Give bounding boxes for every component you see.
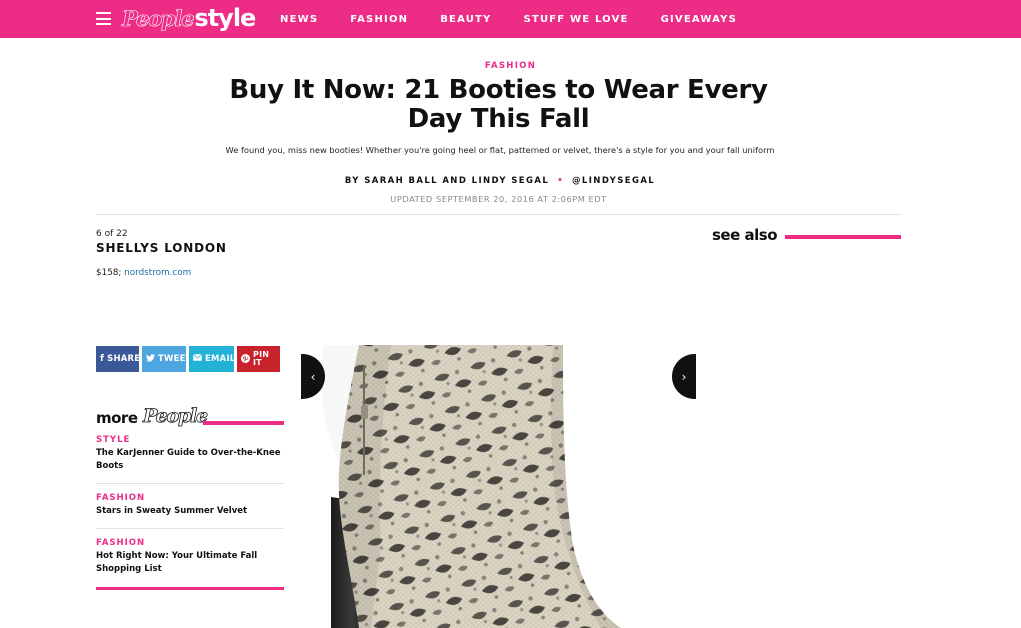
- email-share-label: EMAIL: [205, 354, 234, 364]
- facebook-share-label: SHARE: [107, 354, 139, 364]
- nav-giveaways[interactable]: GIVEAWAYS: [661, 14, 737, 25]
- article-updated-timestamp: UPDATED SEPTEMBER 20, 2016 AT 2:06PM EDT: [390, 194, 607, 204]
- more-divider: [96, 528, 284, 529]
- more-item-headline[interactable]: The KarJenner Guide to Over-the-Knee Boo…: [96, 447, 284, 473]
- logo-people-text: People: [122, 6, 195, 32]
- slide-price: $158;: [96, 268, 122, 278]
- pinterest-share-label: PIN IT: [253, 350, 270, 367]
- twitter-share-button[interactable]: TWEET: [142, 346, 186, 372]
- slide-price-line: $158; nordstrom.com: [96, 268, 191, 278]
- more-item-category: FASHION: [96, 538, 146, 548]
- article-dek: We found you, miss new booties! Whether …: [225, 145, 775, 155]
- nav-fashion[interactable]: FASHION: [350, 14, 408, 25]
- more-bottom-bar: [96, 587, 284, 590]
- more-item-category: FASHION: [96, 493, 146, 503]
- more-list-item[interactable]: STYLE The KarJenner Guide to Over-the-Kn…: [96, 435, 284, 473]
- email-share-button[interactable]: EMAIL: [189, 346, 234, 372]
- more-item-headline[interactable]: Hot Right Now: Your Ultimate Fall Shoppi…: [96, 550, 284, 576]
- more-people-logo: People: [143, 405, 209, 428]
- header-divider: [96, 214, 901, 215]
- byline-separator: •: [557, 176, 565, 186]
- facebook-icon: f: [100, 354, 105, 364]
- slide-title: SHELLYS LONDON: [96, 241, 227, 255]
- snakeskin-bootie-image: [301, 345, 694, 628]
- more-item-headline[interactable]: Stars in Sweaty Summer Velvet: [96, 505, 284, 518]
- more-underline: [203, 421, 284, 425]
- menu-icon[interactable]: [96, 12, 111, 25]
- pinterest-share-button[interactable]: PIN IT: [237, 346, 280, 372]
- nav-stuff-we-love[interactable]: STUFF WE LOVE: [524, 14, 629, 25]
- gallery-image[interactable]: [301, 345, 694, 628]
- main-nav: NEWS FASHION BEAUTY STUFF WE LOVE GIVEAW…: [280, 0, 769, 38]
- more-heading: more: [96, 409, 138, 427]
- chevron-right-icon: ›: [681, 369, 687, 384]
- chevron-left-icon: ‹: [310, 369, 316, 384]
- see-also-heading: see also: [712, 226, 778, 244]
- nav-beauty[interactable]: BEAUTY: [440, 14, 491, 25]
- twitter-share-label: TWEET: [158, 354, 186, 364]
- article-kicker[interactable]: FASHION: [0, 61, 1021, 71]
- facebook-share-button[interactable]: f SHARE: [96, 346, 139, 372]
- article-byline: BY SARAH BALL AND LINDY SEGAL • @LINDYSEGA…: [0, 176, 1000, 186]
- byline-authors: BY SARAH BALL AND LINDY SEGAL: [344, 176, 550, 186]
- more-item-category: STYLE: [96, 435, 131, 445]
- more-list-item[interactable]: FASHION Hot Right Now: Your Ultimate Fal…: [96, 538, 284, 576]
- logo-style-text: style: [194, 4, 256, 32]
- site-logo[interactable]: People style: [122, 4, 257, 34]
- twitter-icon: [146, 353, 155, 365]
- nav-news[interactable]: NEWS: [280, 14, 318, 25]
- more-list-item[interactable]: FASHION Stars in Sweaty Summer Velvet: [96, 493, 284, 518]
- article-headline: Buy It Now: 21 Booties to Wear Every Day…: [229, 75, 768, 134]
- store-link[interactable]: nordstrom.com: [124, 268, 191, 278]
- see-also-underline: [785, 235, 901, 239]
- top-nav-bar: People style NEWS FASHION BEAUTY STUFF W…: [0, 0, 1021, 38]
- pinterest-icon: [241, 353, 250, 365]
- byline-twitter-handle[interactable]: @LINDYSEGAL: [572, 176, 655, 186]
- more-divider: [96, 483, 284, 484]
- envelope-icon: [193, 354, 202, 364]
- slide-counter: 6 of 22: [96, 229, 128, 239]
